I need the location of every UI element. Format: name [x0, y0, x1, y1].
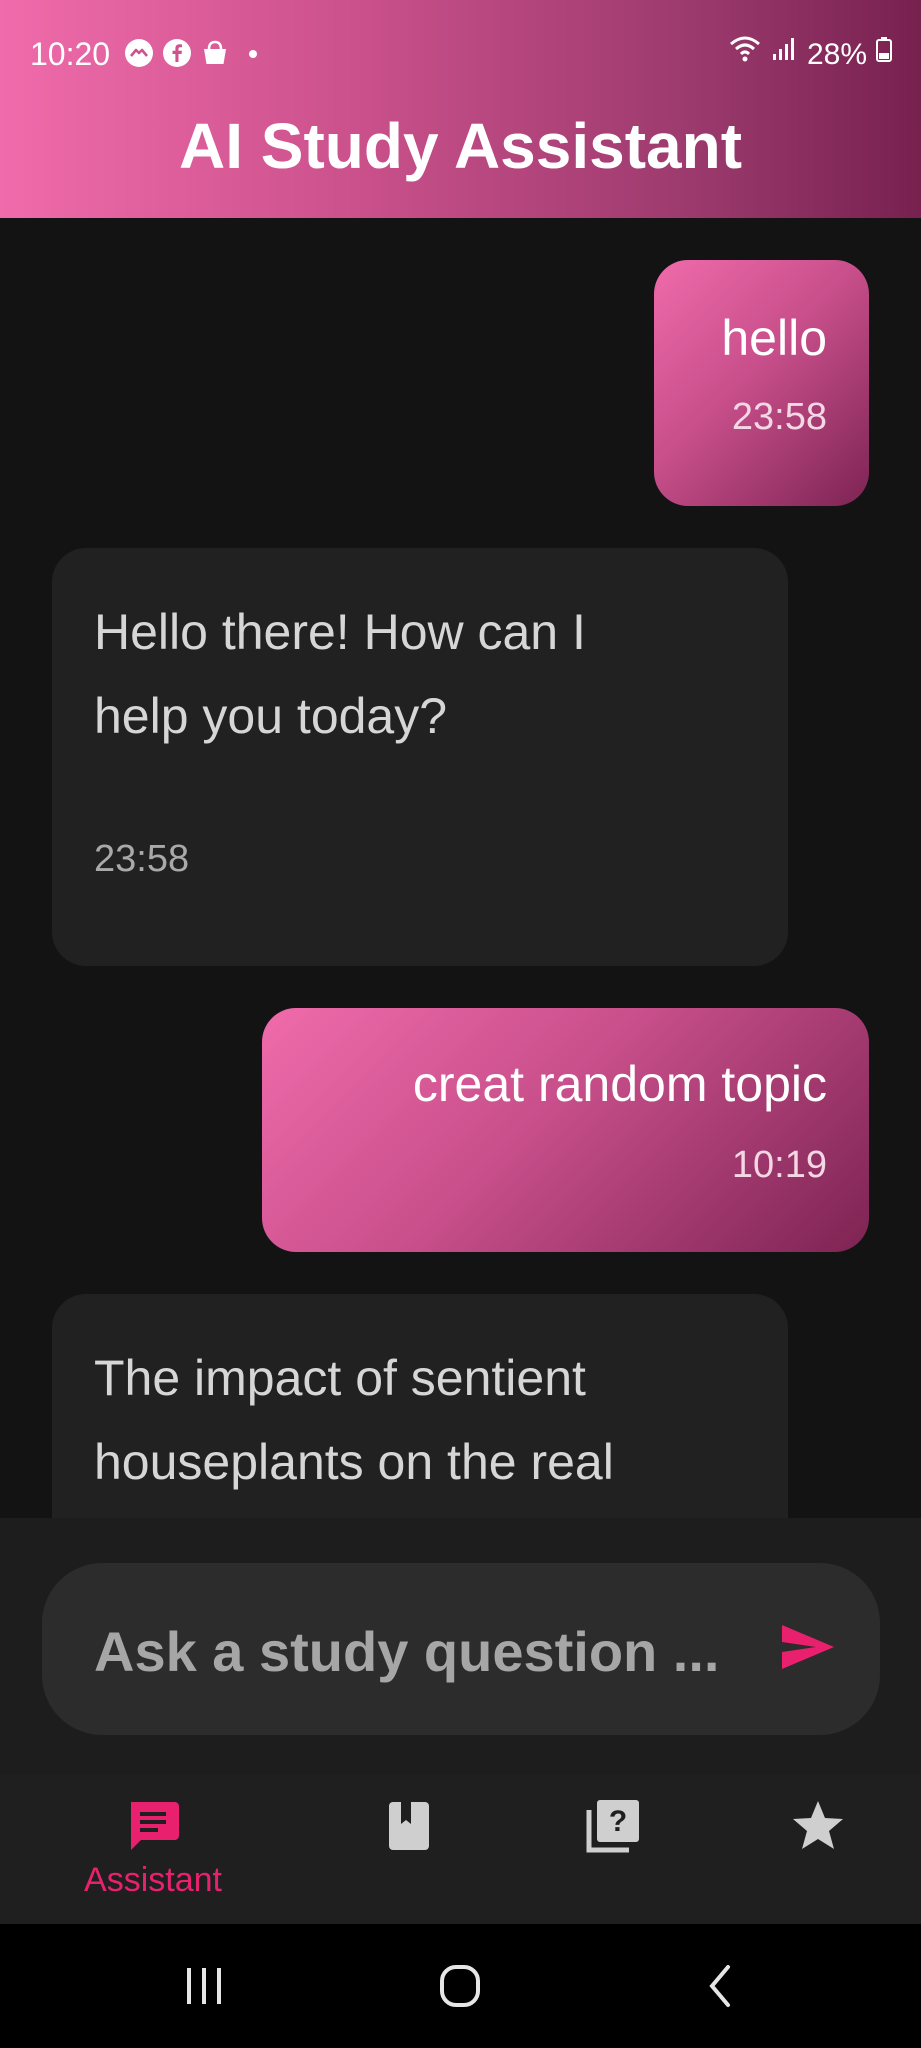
- message-time: 10:19: [731, 1144, 827, 1186]
- chat-thread[interactable]: hello 23:58 Hello there! How can I help …: [0, 218, 921, 1518]
- message-time: 23:58: [94, 838, 190, 880]
- battery-level: 28%: [806, 37, 867, 71]
- messenger-icon: [124, 38, 154, 73]
- nav-item-quiz[interactable]: ?: [498, 1774, 728, 1924]
- status-time: 10:20: [30, 36, 111, 72]
- app-header: 10:20 28% AI Study Assistant: [0, 0, 921, 218]
- status-bar: 10:20 28%: [0, 0, 921, 108]
- message-time: 23:58: [731, 396, 827, 438]
- shopping-bag-icon: [200, 38, 230, 73]
- recent-apps-button[interactable]: [164, 1946, 244, 2026]
- message-text-line: The impact of sentient: [94, 1350, 586, 1406]
- home-icon: [440, 1965, 480, 2007]
- nav-item-favorites[interactable]: [703, 1774, 921, 1924]
- quiz-icon: ?: [583, 1796, 643, 1856]
- notification-icons: [124, 38, 268, 73]
- notification-dot-icon: [238, 38, 268, 73]
- composer-bar: [0, 1518, 921, 1774]
- app-screen: 10:20 28% AI Study Assistant hello 23:58…: [0, 0, 921, 2048]
- composer-pill: [42, 1563, 880, 1735]
- facebook-icon: [162, 38, 192, 73]
- message-text: creat random topic: [412, 1056, 827, 1112]
- home-button[interactable]: [420, 1946, 500, 2026]
- assistant-message-bubble[interactable]: The impact of sentient houseplants on th…: [52, 1294, 788, 1518]
- system-status-icons: 28%: [729, 34, 893, 75]
- message-text: hello: [721, 310, 827, 366]
- chat-icon: [123, 1796, 183, 1856]
- recent-apps-icon: [187, 1968, 221, 2004]
- question-input[interactable]: [92, 1605, 776, 1697]
- nav-item-assistant[interactable]: Assistant: [38, 1774, 268, 1924]
- app-title: AI Study Assistant: [178, 110, 743, 182]
- send-button[interactable]: [766, 1607, 850, 1691]
- user-message-bubble[interactable]: hello 23:58: [654, 260, 869, 506]
- star-icon: [788, 1796, 848, 1856]
- bookmark-book-icon: [379, 1796, 439, 1856]
- bottom-navigation: Assistant ?: [0, 1774, 921, 1924]
- wifi-icon: [729, 34, 761, 75]
- system-navigation-bar: [0, 1924, 921, 2048]
- message-text-line: houseplants on the real: [94, 1434, 614, 1490]
- user-message-bubble[interactable]: creat random topic 10:19: [262, 1008, 869, 1252]
- message-text-line: Hello there! How can I: [94, 604, 586, 660]
- nav-item-library[interactable]: [294, 1774, 524, 1924]
- back-button[interactable]: [680, 1946, 760, 2026]
- back-icon: [709, 1965, 730, 2007]
- battery-icon: [875, 34, 893, 75]
- svg-text:?: ?: [609, 1805, 627, 1838]
- signal-icon: [769, 34, 799, 75]
- message-text-line: help you today?: [94, 688, 448, 744]
- assistant-message-bubble[interactable]: Hello there! How can I help you today? 2…: [52, 548, 788, 966]
- send-icon: [778, 1621, 838, 1678]
- nav-label-assistant: Assistant: [84, 1861, 222, 1899]
